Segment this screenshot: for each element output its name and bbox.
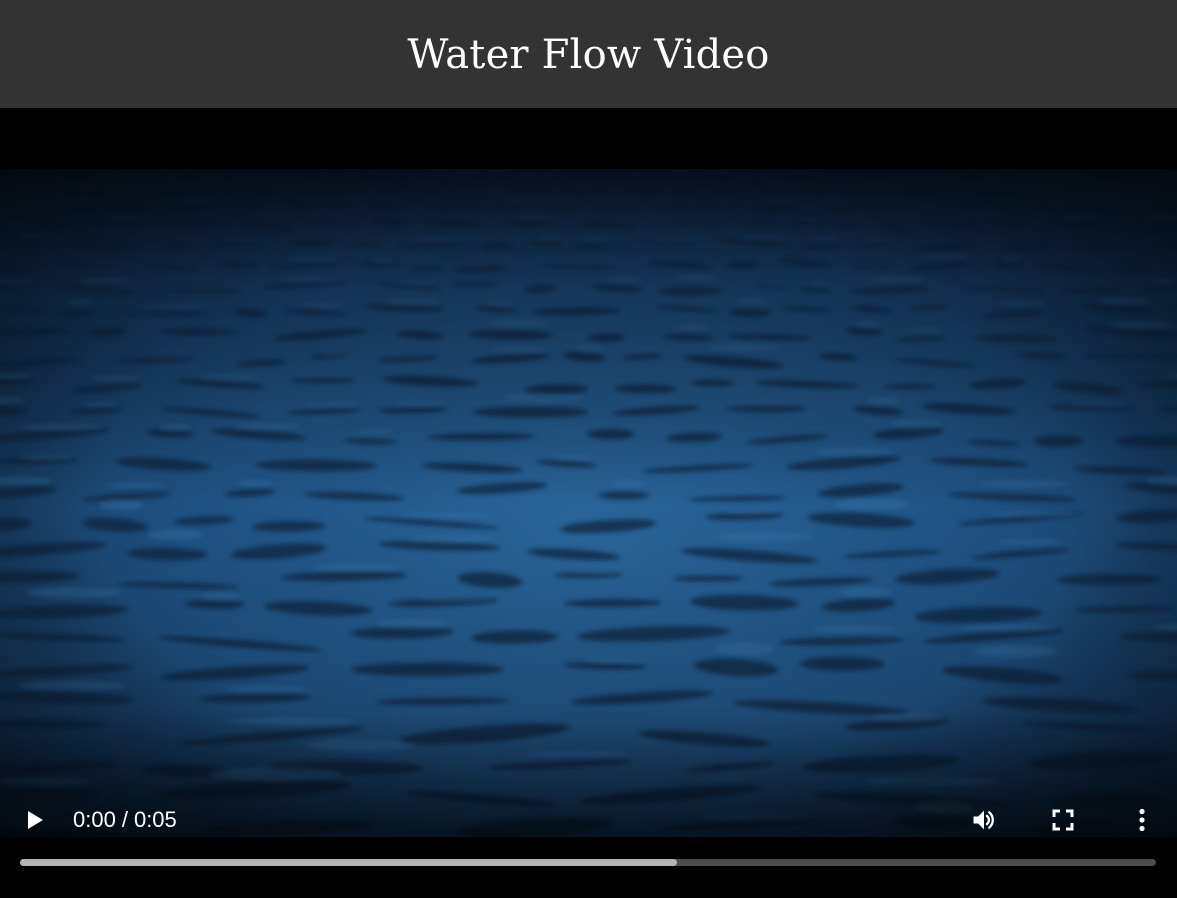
video-frame[interactable]: [0, 169, 1177, 837]
volume-button[interactable]: [962, 798, 1006, 842]
page-header: Water Flow Video: [0, 0, 1177, 108]
current-time: 0:00: [73, 807, 116, 832]
more-vert-icon: [1139, 808, 1145, 832]
video-controls: 0:00/0:05: [0, 798, 1177, 842]
time-separator: /: [121, 807, 128, 832]
play-icon: [28, 811, 43, 829]
duration: 0:05: [133, 807, 177, 832]
volume-icon: [973, 810, 994, 830]
time-display: 0:00/0:05: [73, 798, 177, 842]
video-letterbox: [0, 108, 1177, 169]
fullscreen-icon: [1052, 809, 1074, 831]
water-surface-image: [0, 169, 1177, 837]
progress-timeline[interactable]: [20, 859, 1156, 866]
page-title: Water Flow Video: [407, 32, 770, 78]
fullscreen-button[interactable]: [1041, 798, 1085, 842]
video-player[interactable]: 0:00/0:05: [0, 108, 1177, 898]
play-button[interactable]: [13, 798, 57, 842]
timeline-buffered: [20, 859, 677, 866]
more-options-button[interactable]: [1120, 798, 1164, 842]
